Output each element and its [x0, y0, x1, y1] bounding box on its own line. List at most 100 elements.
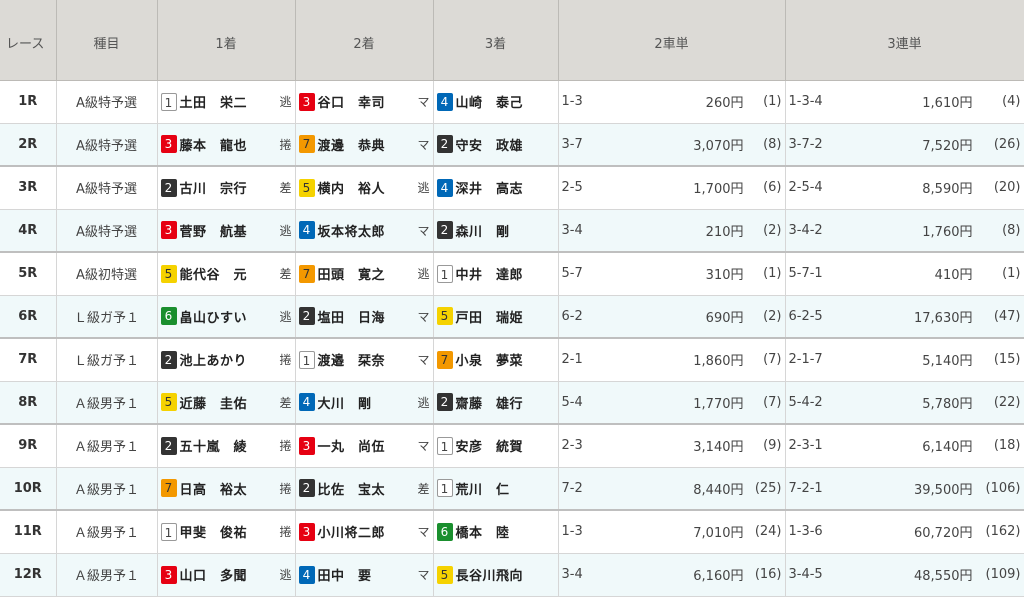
- exacta-payout: 1,700円: [693, 182, 744, 198]
- race-number[interactable]: 4R: [0, 209, 57, 253]
- rider-name[interactable]: 安彦 統賀: [456, 436, 555, 455]
- race-class: Ｌ級ガ予１: [56, 295, 158, 339]
- rider-name[interactable]: 山崎 泰己: [456, 92, 555, 111]
- rider-name[interactable]: 谷口 幸司: [318, 92, 418, 111]
- third-place-cell: 5 戸田 瑞姫: [433, 295, 559, 339]
- rider-name[interactable]: 大川 剛: [318, 393, 418, 412]
- exacta-combination: 5-7: [561, 266, 583, 282]
- rider-name[interactable]: 戸田 瑞姫: [456, 307, 555, 326]
- rider-name[interactable]: 一丸 尚伍: [318, 436, 418, 455]
- trifecta-cell: 5-7-1 410円 (1): [785, 252, 1024, 296]
- rider-name[interactable]: 五十嵐 綾: [180, 436, 280, 455]
- rider-name[interactable]: 深井 高志: [456, 178, 555, 197]
- car-number-badge: 3: [160, 565, 177, 584]
- race-number[interactable]: 3R: [0, 166, 57, 210]
- rider-name[interactable]: 池上あかり: [180, 350, 280, 369]
- rider-name[interactable]: 小泉 夢菜: [456, 350, 555, 369]
- exacta-popularity: (8): [763, 136, 782, 152]
- second-place-cell: 4 坂本将太郎 マ: [295, 209, 434, 253]
- rider-name[interactable]: 渡邉 栞奈: [318, 350, 418, 369]
- third-place-cell: 2 守安 政雄: [433, 123, 559, 167]
- race-class: Ａ級男予１: [56, 510, 158, 554]
- trifecta-combination: 2-3-1: [788, 438, 823, 454]
- exacta-payout: 8,440円: [693, 482, 744, 498]
- trifecta-combination: 6-2-5: [788, 308, 823, 324]
- tactic: マ: [417, 353, 430, 368]
- rider-name[interactable]: 日高 裕太: [180, 479, 280, 498]
- tactic: マ: [417, 439, 430, 454]
- race-number[interactable]: 2R: [0, 123, 57, 167]
- rider-name[interactable]: 甲斐 俊祐: [180, 522, 280, 541]
- exacta-combination: 5-4: [561, 394, 583, 410]
- race-number[interactable]: 10R: [0, 467, 57, 511]
- race-number[interactable]: 11R: [0, 510, 57, 554]
- third-place-cell: 1 中井 達郎: [433, 252, 559, 296]
- trifecta-payout: 8,590円: [922, 182, 973, 198]
- trifecta-cell: 3-7-2 7,520円 (26): [785, 123, 1024, 167]
- race-number[interactable]: 9R: [0, 424, 57, 468]
- second-place-cell: 3 谷口 幸司 マ: [295, 80, 434, 124]
- rider-name[interactable]: 土田 栄二: [180, 92, 280, 111]
- rider-name[interactable]: 田中 要: [318, 565, 418, 584]
- rider-name[interactable]: 田頭 寛之: [318, 264, 418, 283]
- exacta-cell: 5-4 1,770円 (7): [558, 381, 786, 425]
- car-number-badge: 2: [436, 393, 453, 412]
- rider-name[interactable]: 渡邊 恭典: [318, 135, 418, 154]
- rider-name[interactable]: 藤本 龍也: [180, 135, 280, 154]
- rider-name[interactable]: 比佐 宝太: [318, 479, 418, 498]
- race-number[interactable]: 8R: [0, 381, 57, 425]
- header-class: 種目: [56, 0, 158, 81]
- race-class: A級特予選: [56, 166, 158, 210]
- table-row: 4R A級特予選 3 菅野 航基 逃 4 坂本将太郎 マ 2 森川 剛 3-4 …: [0, 209, 1024, 253]
- rider-name[interactable]: 畠山ひすい: [180, 307, 280, 326]
- exacta-payout: 7,010円: [693, 526, 744, 542]
- car-number-badge: 1: [436, 264, 453, 283]
- rider-name[interactable]: 中井 達郎: [456, 264, 555, 283]
- race-number[interactable]: 6R: [0, 295, 57, 339]
- race-number[interactable]: 12R: [0, 553, 57, 597]
- exacta-cell: 2-5 1,700円 (6): [558, 166, 786, 210]
- third-place-cell: 7 小泉 夢菜: [433, 338, 559, 382]
- trifecta-payout: 1,760円: [922, 224, 973, 240]
- rider-name[interactable]: 長谷川飛向: [456, 565, 555, 584]
- trifecta-cell: 1-3-4 1,610円 (4): [785, 80, 1024, 124]
- race-class: A級特予選: [56, 80, 158, 124]
- table-row: 1R A級特予選 1 土田 栄二 逃 3 谷口 幸司 マ 4 山崎 泰己 1-3…: [0, 80, 1024, 124]
- first-place-cell: 2 池上あかり 捲: [157, 338, 296, 382]
- rider-name[interactable]: 近藤 圭佑: [180, 393, 280, 412]
- trifecta-popularity: (22): [993, 394, 1021, 410]
- trifecta-combination: 5-4-2: [788, 394, 823, 410]
- trifecta-cell: 2-5-4 8,590円 (20): [785, 166, 1024, 210]
- car-number-badge: 7: [298, 264, 315, 283]
- exacta-payout: 260円: [705, 96, 744, 111]
- tactic: 逃: [417, 395, 430, 410]
- tactic: マ: [417, 309, 430, 324]
- rider-name[interactable]: 坂本将太郎: [318, 221, 418, 240]
- rider-name[interactable]: 能代谷 元: [180, 264, 280, 283]
- rider-name[interactable]: 橋本 陸: [456, 522, 555, 541]
- rider-name[interactable]: 森川 剛: [456, 221, 555, 240]
- rider-name[interactable]: 守安 政雄: [456, 135, 555, 154]
- rider-name[interactable]: 齋藤 雄行: [456, 393, 555, 412]
- second-place-cell: 2 塩田 日海 マ: [295, 295, 434, 339]
- rider-name[interactable]: 塩田 日海: [318, 307, 418, 326]
- race-number[interactable]: 1R: [0, 80, 57, 124]
- car-number-badge: 2: [436, 135, 453, 154]
- rider-name[interactable]: 荒川 仁: [456, 479, 555, 498]
- car-number-badge: 1: [436, 479, 453, 498]
- race-number[interactable]: 7R: [0, 338, 57, 382]
- third-place-cell: 5 長谷川飛向: [433, 553, 559, 597]
- car-number-badge: 6: [436, 522, 453, 541]
- rider-name[interactable]: 横内 裕人: [318, 178, 418, 197]
- race-number[interactable]: 5R: [0, 252, 57, 296]
- second-place-cell: 4 大川 剛 逃: [295, 381, 434, 425]
- rider-name[interactable]: 山口 多聞: [180, 565, 280, 584]
- exacta-cell: 5-7 310円 (1): [558, 252, 786, 296]
- trifecta-cell: 3-4-5 48,550円 (109): [785, 553, 1024, 597]
- rider-name[interactable]: 菅野 航基: [180, 221, 280, 240]
- second-place-cell: 5 横内 裕人 逃: [295, 166, 434, 210]
- tactic: 逃: [279, 568, 292, 582]
- rider-name[interactable]: 小川将二郎: [318, 522, 418, 541]
- exacta-payout: 690円: [705, 310, 744, 326]
- rider-name[interactable]: 古川 宗行: [180, 178, 280, 197]
